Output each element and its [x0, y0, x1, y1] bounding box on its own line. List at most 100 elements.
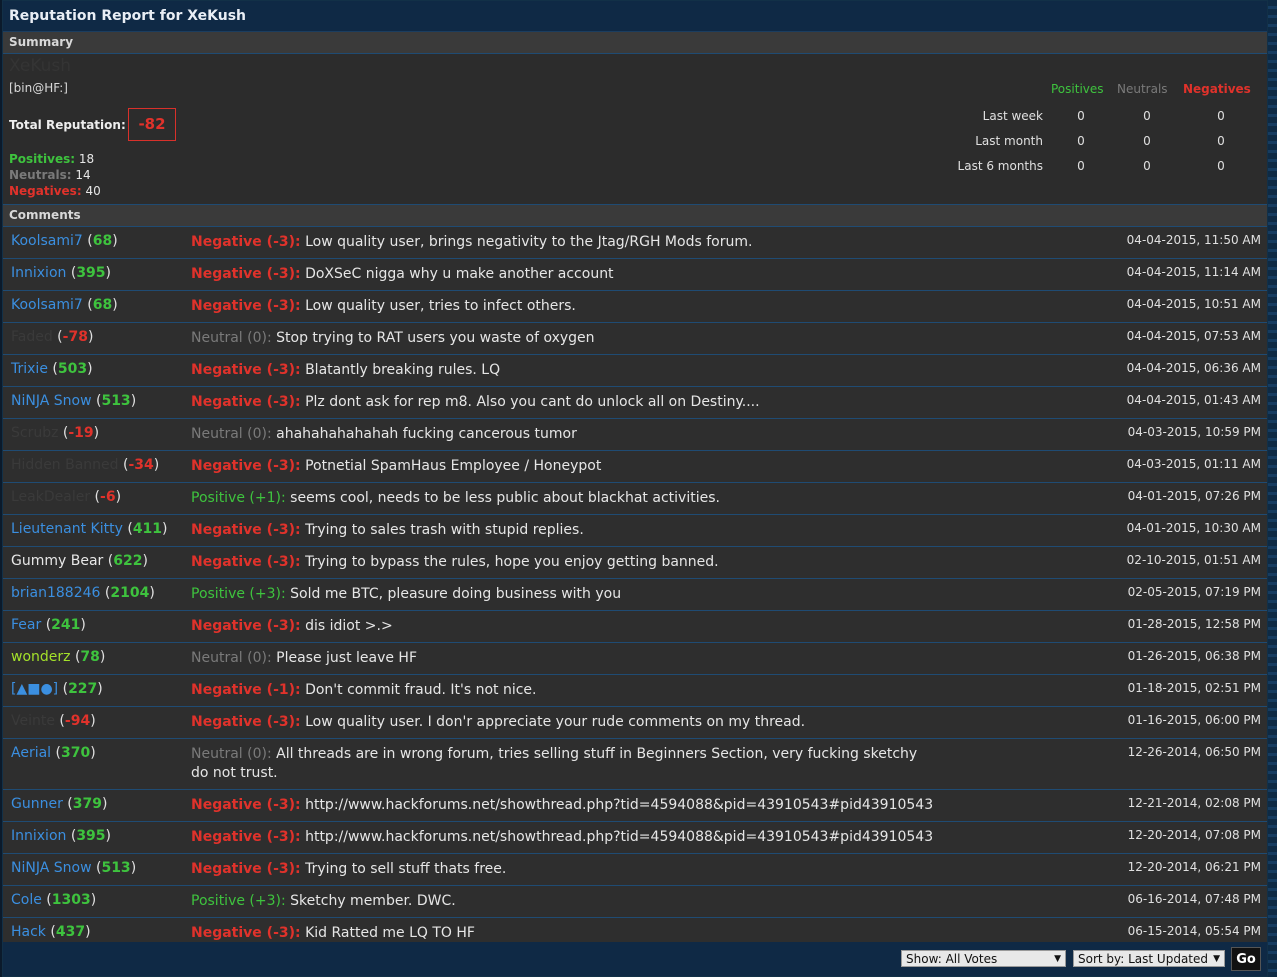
paren: ( [66, 265, 77, 281]
comment-date: 04-04-2015, 06:36 AM [1126, 361, 1261, 375]
author-link[interactable]: Innixion [11, 828, 66, 844]
negatives-label: Negatives: [9, 184, 82, 198]
author-reputation[interactable]: 503 [58, 361, 87, 377]
rating-tag: Neutral (0): [191, 330, 272, 346]
author-link[interactable]: Koolsami7 [11, 233, 83, 249]
author-reputation[interactable]: 379 [73, 796, 102, 812]
author-link[interactable]: Hack [11, 924, 46, 940]
comment-row: Gunner (379) Negative (-3): http://www.ha… [3, 790, 1267, 822]
paren: ) [97, 681, 103, 697]
author-reputation[interactable]: 68 [93, 233, 112, 249]
author-reputation[interactable]: 241 [51, 617, 80, 633]
paren: ( [82, 297, 93, 313]
author-reputation[interactable]: 2104 [110, 585, 149, 601]
author-link[interactable]: wonderz [11, 649, 71, 665]
period-label: Last month [975, 134, 1043, 148]
comment-row: Fear (241) Negative (-3): dis idiot >.> 01… [3, 611, 1267, 643]
comment-text: Trying to bypass the rules, hope you enj… [305, 554, 719, 570]
paren: ( [122, 521, 133, 537]
author-reputation[interactable]: -6 [100, 489, 116, 505]
author-reputation[interactable]: -34 [128, 457, 153, 473]
author-link[interactable]: NiNJA Snow [11, 860, 92, 876]
author-link[interactable]: Faded [11, 329, 53, 345]
comment-date: 12-26-2014, 06:50 PM [1127, 745, 1261, 759]
author-link[interactable]: Gunner [11, 796, 63, 812]
period-header-positives: Positives [1051, 82, 1104, 96]
author-reputation[interactable]: 68 [93, 297, 112, 313]
chevron-down-icon: ▼ [1213, 954, 1220, 964]
show-filter-select[interactable]: Show: All Votes ▼ [901, 950, 1066, 967]
paren: ( [41, 892, 52, 908]
rating-tag: Positive (+3): [191, 586, 286, 602]
comment-author: Fear (241) [11, 617, 86, 633]
negatives-stat: Negatives: 40 [9, 184, 101, 198]
paren: ) [142, 553, 148, 569]
paren: ) [85, 924, 91, 940]
paren: ( [91, 860, 102, 876]
author-link[interactable]: Gummy Bear [11, 553, 103, 569]
paren: ) [93, 425, 100, 441]
author-link[interactable]: NiNJA Snow [11, 393, 92, 409]
comment-row: Koolsami7 (68) Negative (-3): Low quality… [3, 227, 1267, 259]
comment-body: Neutral (0): Stop trying to RAT users yo… [191, 329, 936, 348]
author-link[interactable]: Hidden Banned [11, 457, 119, 473]
author-reputation[interactable]: 395 [76, 828, 105, 844]
author-link[interactable]: Veinte [11, 713, 55, 729]
comment-row: Aerial (370) Neutral (0): All threads are… [3, 739, 1267, 790]
author-link[interactable]: Scrubz [11, 425, 58, 441]
comments-heading: Comments [3, 205, 1267, 227]
author-reputation[interactable]: 513 [101, 393, 130, 409]
comment-author: Hack (437) [11, 924, 91, 940]
comment-date: 12-21-2014, 02:08 PM [1127, 796, 1261, 810]
rating-tag: Negative (-3): [191, 234, 301, 250]
sort-select[interactable]: Sort by: Last Updated ▼ [1073, 950, 1225, 967]
comment-row: Lieutenant Kitty (411) Negative (-3): Try… [3, 515, 1267, 547]
summary-section: XeKush [bin@HF:] Total Reputation: -82 P… [3, 54, 1267, 205]
paren: ) [130, 393, 137, 409]
author-link[interactable]: Koolsami7 [11, 297, 83, 313]
author-reputation[interactable]: 227 [68, 681, 97, 697]
period-negatives: 0 [1217, 109, 1225, 123]
comment-body: Positive (+3): Sketchy member. DWC. [191, 892, 936, 911]
comment-text: Sold me BTC, pleasure doing business wit… [290, 586, 622, 602]
comment-text: All threads are in wrong forum, tries se… [191, 746, 918, 781]
author-link[interactable]: Fear [11, 617, 41, 633]
author-reputation[interactable]: 395 [76, 265, 105, 281]
comment-text: Trying to sell stuff thats free. [305, 861, 507, 877]
author-reputation[interactable]: 411 [133, 521, 162, 537]
neutrals-stat: Neutrals: 14 [9, 168, 91, 182]
comment-row: Gummy Bear (622) Negative (-3): Trying to… [3, 547, 1267, 579]
author-reputation[interactable]: 1303 [52, 892, 91, 908]
author-reputation[interactable]: 78 [80, 649, 99, 665]
author-reputation[interactable]: -19 [68, 425, 93, 441]
author-link[interactable]: Aerial [11, 745, 51, 761]
go-button[interactable]: Go [1231, 947, 1261, 971]
author-link[interactable]: Trixie [11, 361, 48, 377]
comment-row: Faded (-78) Neutral (0): Stop trying to R… [3, 323, 1267, 355]
author-reputation[interactable]: -78 [63, 329, 88, 345]
chevron-down-icon: ▼ [1054, 954, 1061, 964]
author-link[interactable]: brian188246 [11, 585, 100, 601]
author-reputation[interactable]: -94 [65, 713, 90, 729]
paren: ( [90, 489, 101, 505]
author-link[interactable]: Lieutenant Kitty [11, 521, 123, 537]
author-reputation[interactable]: 513 [101, 860, 130, 876]
comment-text: Low quality user, tries to infect others… [305, 298, 576, 314]
author-link[interactable]: [▲■●] [11, 681, 58, 697]
author-link[interactable]: Innixion [11, 265, 66, 281]
author-link[interactable]: LeakDealer [11, 489, 90, 505]
rating-tag: Negative (-3): [191, 925, 301, 941]
total-reputation-value: -82 [128, 108, 176, 141]
paren: ( [52, 329, 63, 345]
paren: ( [54, 713, 65, 729]
comments-list: Koolsami7 (68) Negative (-3): Low quality… [3, 227, 1267, 950]
comment-row: Hidden Banned (-34) Negative (-3): Potnet… [3, 451, 1267, 483]
period-negatives: 0 [1217, 134, 1225, 148]
author-reputation[interactable]: 437 [56, 924, 85, 940]
author-link[interactable]: Cole [11, 892, 42, 908]
comment-body: Negative (-3): Potnetial SpamHaus Employ… [191, 457, 936, 476]
author-reputation[interactable]: 370 [61, 745, 90, 761]
rating-tag: Neutral (0): [191, 746, 272, 762]
comment-date: 04-03-2015, 10:59 PM [1127, 425, 1261, 439]
author-reputation[interactable]: 622 [113, 553, 142, 569]
